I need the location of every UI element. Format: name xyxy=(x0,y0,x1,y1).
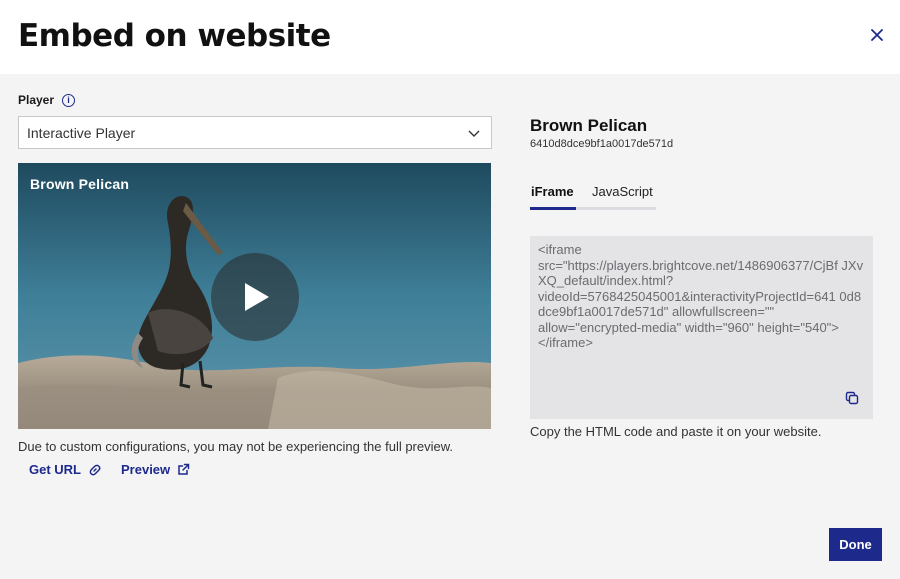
play-icon xyxy=(245,283,269,311)
close-icon xyxy=(871,29,883,41)
video-id: 6410d8dce9bf1a0017de571d xyxy=(530,138,674,150)
copy-instructions: Copy the HTML code and paste it on your … xyxy=(530,424,822,439)
tab-iframe[interactable]: iFrame xyxy=(531,184,574,199)
get-url-link[interactable]: Get URL xyxy=(29,462,102,477)
video-preview[interactable]: Brown Pelican xyxy=(18,163,491,429)
copy-icon[interactable] xyxy=(845,391,859,405)
video-name: Brown Pelican xyxy=(530,116,648,135)
dialog-title: Embed on website xyxy=(18,18,331,54)
player-select[interactable]: Interactive Player xyxy=(18,116,492,149)
done-button[interactable]: Done xyxy=(829,528,882,561)
dialog-header: Embed on website xyxy=(0,0,900,74)
close-button[interactable] xyxy=(866,24,888,46)
external-link-icon xyxy=(178,463,190,475)
play-button[interactable] xyxy=(211,253,299,341)
preview-label: Preview xyxy=(121,462,171,477)
link-icon xyxy=(89,464,101,475)
embed-code-box[interactable]: <iframe src="https://players.brightcove.… xyxy=(530,236,873,419)
chevron-down-icon xyxy=(468,130,480,137)
preview-note: Due to custom configurations, you may no… xyxy=(18,439,454,454)
video-title: Brown Pelican xyxy=(30,176,130,192)
preview-link[interactable]: Preview xyxy=(121,462,190,477)
active-tab-indicator xyxy=(530,207,576,210)
embed-tabs: iFrame JavaScript xyxy=(530,184,656,210)
player-label: Player xyxy=(18,93,55,107)
player-label-row: Player i xyxy=(18,93,76,107)
tab-javascript[interactable]: JavaScript xyxy=(592,184,653,199)
info-icon[interactable]: i xyxy=(62,93,76,107)
player-select-value: Interactive Player xyxy=(27,124,136,141)
get-url-label: Get URL xyxy=(29,462,81,477)
